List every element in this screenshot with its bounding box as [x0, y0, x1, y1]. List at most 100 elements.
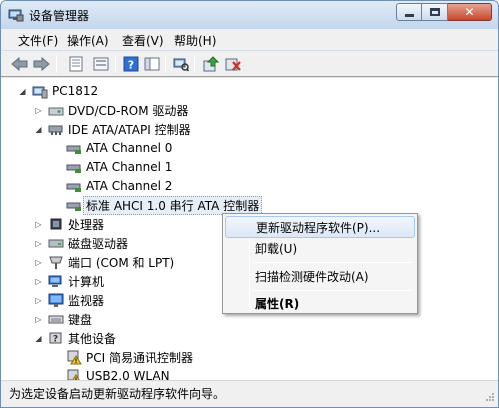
maximize-icon	[422, 4, 447, 20]
menu-view[interactable]: 查看(V)	[122, 32, 164, 49]
status-bar: 为选定设备启动更新驱动程序软件向导。	[1, 380, 498, 407]
toolbar-separator	[115, 55, 116, 73]
update-driver-icon[interactable]	[201, 54, 221, 74]
context-menu: 更新驱动程序软件(P)... 卸载(U) 扫描检测硬件改动(A) 属性(R)	[222, 213, 418, 314]
context-menu-item-label: 卸载(U)	[255, 241, 298, 256]
menu-action[interactable]: 操作(A)	[67, 32, 109, 49]
other-devices-icon: ?	[49, 332, 62, 345]
maximize-button[interactable]	[422, 3, 448, 21]
menu-bar: 文件(F) 操作(A) 查看(V) 帮助(H)	[1, 29, 498, 51]
context-menu-item-label: 属性(R)	[255, 296, 300, 311]
keyboard-icon	[48, 315, 64, 324]
expand-triangle-icon[interactable]: ▷	[34, 258, 43, 267]
tree-node-ata-channel-0[interactable]: ATA Channel 0	[66, 139, 172, 157]
tree-node-processor[interactable]: ▷ 处理器	[34, 215, 104, 233]
tree-node-pci-controller[interactable]: PCI 简易通讯控制器	[66, 348, 193, 366]
context-menu-item-label: 扫描检测硬件改动(A)	[255, 269, 369, 284]
status-text: 为选定设备启动更新驱动程序软件向导。	[9, 387, 226, 401]
list-icon[interactable]	[91, 54, 111, 74]
tree-node-other-devices[interactable]: ◢ ? 其他设备	[34, 329, 116, 347]
svg-text:?: ?	[53, 335, 58, 345]
properties-icon[interactable]	[66, 54, 86, 74]
port-icon	[49, 256, 63, 269]
computer-icon	[48, 275, 62, 287]
tree-root[interactable]: ◢ PC1812	[18, 82, 98, 100]
forward-arrow-icon[interactable]	[31, 54, 51, 74]
tree-node-computer[interactable]: ▷ 计算机	[34, 272, 104, 290]
tree-node-disk-drives[interactable]: ▷ 磁盘驱动器	[34, 234, 128, 252]
tree-root-label: PC1812	[52, 84, 99, 98]
help-icon[interactable]: ?	[121, 54, 141, 74]
tree-node-ahci-controller[interactable]: 标准 AHCI 1.0 串行 ATA 控制器	[66, 195, 263, 215]
ide-controller-icon	[48, 125, 63, 135]
context-menu-update-driver[interactable]: 更新驱动程序软件(P)...	[225, 216, 415, 238]
warning-device-icon	[67, 369, 80, 380]
tree-node-label: 磁盘驱动器	[68, 236, 129, 251]
title-bar[interactable]: 设备管理器 ✕	[1, 1, 498, 29]
tree-node-label: ATA Channel 1	[86, 160, 173, 174]
ide-channel-icon	[66, 183, 81, 192]
tree-node-label: 标准 AHCI 1.0 串行 ATA 控制器	[83, 195, 263, 215]
minimize-button[interactable]	[396, 3, 422, 21]
monitor-icon	[48, 293, 64, 307]
expand-triangle-icon[interactable]: ▷	[34, 106, 43, 115]
menu-help[interactable]: 帮助(H)	[174, 32, 216, 49]
menu-file[interactable]: 文件(F)	[18, 32, 58, 49]
context-menu-item-label: 更新驱动程序软件(P)...	[256, 220, 381, 235]
caption-buttons: ✕	[396, 3, 492, 22]
context-menu-properties[interactable]: 属性(R)	[225, 292, 415, 314]
tree-node-label: 键盘	[68, 312, 93, 327]
tree-node-label: 监视器	[68, 293, 105, 308]
tree-node-label: DVD/CD-ROM 驱动器	[68, 103, 189, 118]
expand-triangle-icon[interactable]: ▷	[34, 239, 43, 248]
tree-node-ports[interactable]: ▷ 端口 (COM 和 LPT)	[34, 253, 174, 271]
tree-node-ata-channel-2[interactable]: ATA Channel 2	[66, 177, 172, 195]
collapse-triangle-icon[interactable]: ◢	[34, 334, 43, 343]
tree-node-label: ATA Channel 0	[86, 141, 173, 155]
toolbar-separator	[165, 55, 166, 73]
close-button[interactable]: ✕	[448, 3, 492, 21]
toolbar-separator	[194, 55, 195, 73]
collapse-triangle-icon[interactable]: ◢	[18, 87, 27, 96]
tree-node-label: ATA Channel 2	[86, 179, 173, 193]
device-manager-icon	[8, 8, 24, 22]
pane-icon[interactable]	[142, 54, 162, 74]
tree-node-label: 其他设备	[68, 331, 117, 346]
uninstall-icon[interactable]	[223, 54, 243, 74]
context-menu-separator	[253, 262, 413, 263]
tree-node-label: 端口 (COM 和 LPT)	[68, 255, 175, 270]
close-icon: ✕	[464, 5, 475, 19]
back-arrow-icon[interactable]	[10, 54, 30, 74]
warning-device-icon	[67, 350, 82, 365]
tree-node-label: 处理器	[68, 217, 105, 232]
tree-node-label: IDE ATA/ATAPI 控制器	[68, 122, 191, 137]
tree-node-keyboards[interactable]: ▷ 键盘	[34, 310, 92, 328]
expand-triangle-icon[interactable]: ▷	[34, 296, 43, 305]
window-title: 设备管理器	[29, 9, 90, 23]
device-manager-window: 设备管理器 ✕ 文件(F) 操作(A) 查看(V) 帮助(H) ? ◢ PC18…	[0, 0, 499, 408]
tree-node-dvd[interactable]: ▷ DVD/CD-ROM 驱动器	[34, 101, 188, 119]
toolbar: ?	[1, 51, 498, 77]
context-menu-uninstall[interactable]: 卸载(U)	[225, 237, 415, 259]
dvd-drive-icon	[48, 107, 64, 116]
expand-triangle-icon[interactable]: ▷	[34, 277, 43, 286]
expand-triangle-icon[interactable]: ▷	[34, 315, 43, 324]
tree-node-ide[interactable]: ◢ IDE ATA/ATAPI 控制器	[34, 120, 191, 138]
collapse-triangle-icon[interactable]: ◢	[34, 125, 43, 134]
context-menu-scan-hardware[interactable]: 扫描检测硬件改动(A)	[225, 265, 415, 287]
processor-icon	[50, 218, 62, 230]
tree-node-label: USB2.0 WLAN	[86, 369, 170, 380]
minimize-icon	[397, 4, 421, 20]
expand-triangle-icon[interactable]: ▷	[34, 220, 43, 229]
tree-node-ata-channel-1[interactable]: ATA Channel 1	[66, 158, 172, 176]
scan-hardware-icon[interactable]	[171, 54, 191, 74]
tree-node-label: PCI 简易通讯控制器	[86, 350, 193, 365]
computer-root-icon	[32, 86, 48, 99]
disk-drive-icon	[48, 239, 64, 248]
ide-channel-icon	[66, 145, 81, 154]
tree-node-monitors[interactable]: ▷ 监视器	[34, 291, 104, 309]
toolbar-separator	[56, 55, 57, 73]
tree-node-label: 计算机	[68, 274, 105, 289]
resize-grip-icon[interactable]	[485, 391, 495, 401]
tree-node-usb-wlan[interactable]: USB2.0 WLAN	[66, 367, 170, 380]
